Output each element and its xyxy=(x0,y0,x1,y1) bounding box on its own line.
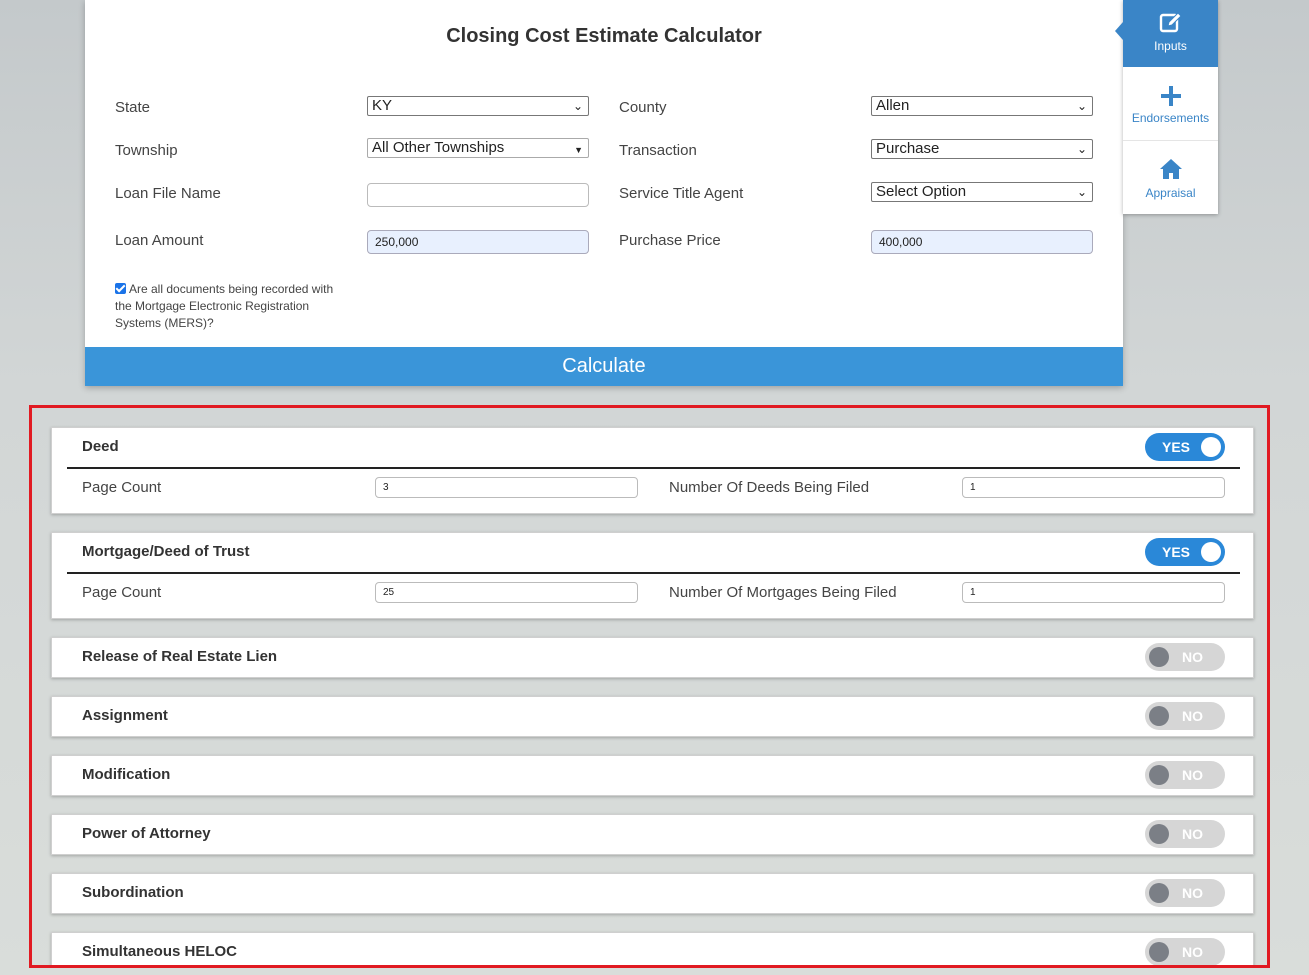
township-select-value: All Other Townships xyxy=(372,139,505,156)
loan-amount-label: Loan Amount xyxy=(115,232,204,249)
release-title: Release of Real Estate Lien xyxy=(82,648,278,665)
deed-panel: Deed YES Page Count 3 Number Of Deeds Be… xyxy=(51,427,1254,514)
simultaneous-heloc-toggle[interactable]: NO xyxy=(1145,938,1225,965)
nav-item-label: Appraisal xyxy=(1145,186,1196,200)
toggle-knob xyxy=(1149,647,1169,667)
side-nav: Inputs Endorsements Appraisal xyxy=(1115,0,1218,214)
toggle-knob xyxy=(1149,942,1169,962)
chevron-down-icon: ⌄ xyxy=(1076,185,1087,199)
county-select-value: Allen xyxy=(876,97,910,114)
mers-checkbox[interactable] xyxy=(115,283,126,294)
modification-toggle[interactable]: NO xyxy=(1145,761,1225,789)
mortgage-toggle[interactable]: YES xyxy=(1145,538,1225,566)
service-title-agent-label: Service Title Agent xyxy=(619,185,744,202)
transaction-label: Transaction xyxy=(619,142,697,159)
chevron-down-icon: ⌄ xyxy=(1076,142,1087,156)
calculate-button[interactable]: Calculate xyxy=(85,347,1123,386)
assignment-panel: Assignment NO xyxy=(51,696,1254,737)
township-label: Township xyxy=(115,142,178,159)
power-of-attorney-title: Power of Attorney xyxy=(82,825,211,842)
loan-file-name-input[interactable] xyxy=(367,183,589,207)
mers-question: Are all documents being recorded with th… xyxy=(115,281,345,332)
assignment-toggle[interactable]: NO xyxy=(1145,702,1225,730)
mortgage-page-count-label: Page Count xyxy=(82,584,162,601)
modification-panel: Modification NO xyxy=(51,755,1254,796)
deed-page-count-label: Page Count xyxy=(82,479,162,496)
toggle-label: NO xyxy=(1182,767,1203,783)
assignment-title: Assignment xyxy=(82,707,168,724)
loan-file-name-label: Loan File Name xyxy=(115,185,221,202)
power-of-attorney-toggle[interactable]: NO xyxy=(1145,820,1225,848)
release-toggle[interactable]: NO xyxy=(1145,643,1225,671)
nav-item-label: Endorsements xyxy=(1131,111,1210,125)
toggle-label: NO xyxy=(1182,826,1203,842)
state-select-value: KY xyxy=(372,97,393,114)
loan-amount-input[interactable]: 250,000 xyxy=(367,230,589,254)
page-title: Closing Cost Estimate Calculator xyxy=(446,25,762,47)
mortgage-title: Mortgage/Deed of Trust xyxy=(82,543,250,560)
divider xyxy=(67,572,1240,574)
county-select[interactable]: Allen ⌄ xyxy=(871,96,1093,116)
deed-page-count-input[interactable]: 3 xyxy=(375,477,638,498)
subordination-toggle[interactable]: NO xyxy=(1145,879,1225,907)
plus-icon xyxy=(1160,86,1181,106)
home-icon xyxy=(1159,159,1182,179)
nav-item-inputs[interactable]: Inputs xyxy=(1115,0,1218,67)
documents-section: Deed YES Page Count 3 Number Of Deeds Be… xyxy=(29,405,1270,968)
transaction-select-value: Purchase xyxy=(876,140,940,157)
mortgage-number-label: Number Of Mortgages Being Filed xyxy=(669,584,897,601)
deed-toggle[interactable]: YES xyxy=(1145,433,1225,461)
toggle-knob xyxy=(1149,883,1169,903)
deed-title: Deed xyxy=(82,438,119,455)
toggle-label: NO xyxy=(1182,649,1203,665)
subordination-panel: Subordination NO xyxy=(51,873,1254,914)
nav-item-endorsements[interactable]: Endorsements xyxy=(1123,67,1218,141)
purchase-price-input[interactable]: 400,000 xyxy=(871,230,1093,254)
state-select[interactable]: KY ⌄ xyxy=(367,96,589,116)
toggle-label: YES xyxy=(1162,544,1191,560)
nav-item-appraisal[interactable]: Appraisal xyxy=(1123,141,1218,214)
caret-down-icon: ▼ xyxy=(574,145,583,155)
toggle-label: NO xyxy=(1182,885,1203,901)
nav-item-label: Inputs xyxy=(1154,39,1187,53)
mers-question-text: Are all documents being recorded with th… xyxy=(115,282,334,330)
release-panel: Release of Real Estate Lien NO xyxy=(51,637,1254,678)
active-pointer xyxy=(1115,22,1123,40)
service-title-agent-select[interactable]: Select Option ⌄ xyxy=(871,182,1093,202)
toggle-knob xyxy=(1149,824,1169,844)
toggle-label: NO xyxy=(1182,708,1203,724)
mortgage-number-input[interactable]: 1 xyxy=(962,582,1225,603)
subordination-title: Subordination xyxy=(82,884,184,901)
modification-title: Modification xyxy=(82,766,171,783)
power-of-attorney-panel: Power of Attorney NO xyxy=(51,814,1254,855)
transaction-select[interactable]: Purchase ⌄ xyxy=(871,139,1093,159)
mortgage-page-count-input[interactable]: 25 xyxy=(375,582,638,603)
township-select[interactable]: All Other Townships ▼ xyxy=(367,138,589,158)
simultaneous-heloc-panel: Simultaneous HELOC NO xyxy=(51,932,1254,965)
deed-number-input[interactable]: 1 xyxy=(962,477,1225,498)
toggle-knob xyxy=(1149,706,1169,726)
county-label: County xyxy=(619,99,667,116)
purchase-price-label: Purchase Price xyxy=(619,232,721,249)
mortgage-panel: Mortgage/Deed of Trust YES Page Count 25… xyxy=(51,532,1254,619)
service-title-agent-select-value: Select Option xyxy=(876,183,967,200)
divider xyxy=(67,467,1240,469)
edit-icon xyxy=(1159,12,1182,33)
toggle-label: YES xyxy=(1162,439,1191,455)
toggle-knob xyxy=(1149,765,1169,785)
chevron-down-icon: ⌄ xyxy=(572,99,583,113)
state-label: State xyxy=(115,99,151,116)
toggle-knob xyxy=(1201,542,1221,562)
toggle-knob xyxy=(1201,437,1221,457)
simultaneous-heloc-title: Simultaneous HELOC xyxy=(82,943,238,960)
toggle-label: NO xyxy=(1182,944,1203,960)
chevron-down-icon: ⌄ xyxy=(1076,99,1087,113)
deed-number-label: Number Of Deeds Being Filed xyxy=(669,479,870,496)
